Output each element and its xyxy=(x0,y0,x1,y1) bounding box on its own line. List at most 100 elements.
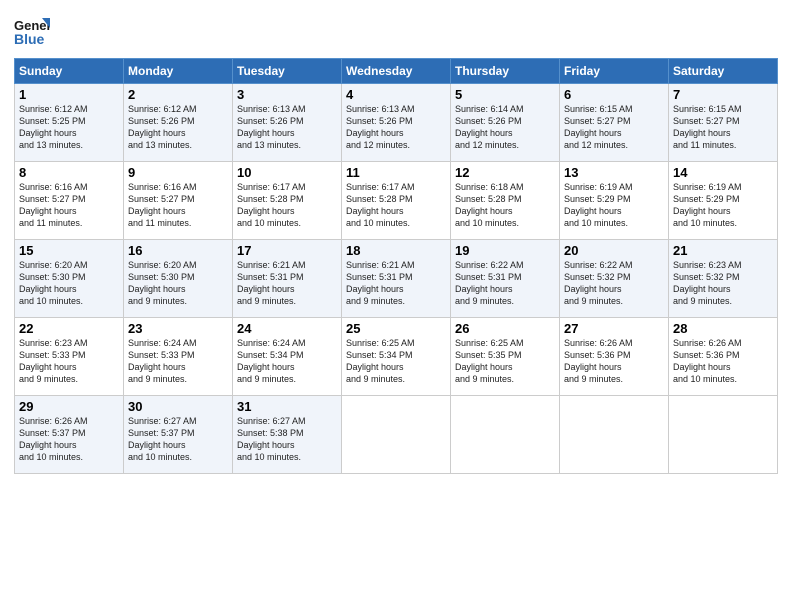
weekday-header: Sunday xyxy=(15,59,124,84)
cell-info: Sunrise: 6:22 AMSunset: 5:32 PMDaylight … xyxy=(564,260,633,306)
calendar-cell: 7 Sunrise: 6:15 AMSunset: 5:27 PMDayligh… xyxy=(669,84,778,162)
calendar-header-row: SundayMondayTuesdayWednesdayThursdayFrid… xyxy=(15,59,778,84)
header: General Blue xyxy=(14,10,778,50)
cell-info: Sunrise: 6:17 AMSunset: 5:28 PMDaylight … xyxy=(346,182,415,228)
day-number: 12 xyxy=(455,165,555,180)
calendar-cell: 21 Sunrise: 6:23 AMSunset: 5:32 PMDaylig… xyxy=(669,240,778,318)
calendar-cell: 6 Sunrise: 6:15 AMSunset: 5:27 PMDayligh… xyxy=(560,84,669,162)
day-number: 14 xyxy=(673,165,773,180)
calendar-week-row: 22 Sunrise: 6:23 AMSunset: 5:33 PMDaylig… xyxy=(15,318,778,396)
calendar-week-row: 29 Sunrise: 6:26 AMSunset: 5:37 PMDaylig… xyxy=(15,396,778,474)
day-number: 23 xyxy=(128,321,228,336)
calendar-cell xyxy=(451,396,560,474)
calendar-cell xyxy=(560,396,669,474)
calendar-cell: 2 Sunrise: 6:12 AMSunset: 5:26 PMDayligh… xyxy=(124,84,233,162)
calendar-cell: 20 Sunrise: 6:22 AMSunset: 5:32 PMDaylig… xyxy=(560,240,669,318)
calendar-cell: 18 Sunrise: 6:21 AMSunset: 5:31 PMDaylig… xyxy=(342,240,451,318)
calendar-cell: 1 Sunrise: 6:12 AMSunset: 5:25 PMDayligh… xyxy=(15,84,124,162)
calendar-cell: 23 Sunrise: 6:24 AMSunset: 5:33 PMDaylig… xyxy=(124,318,233,396)
weekday-header: Thursday xyxy=(451,59,560,84)
day-number: 13 xyxy=(564,165,664,180)
weekday-header: Monday xyxy=(124,59,233,84)
calendar-cell: 14 Sunrise: 6:19 AMSunset: 5:29 PMDaylig… xyxy=(669,162,778,240)
page: General Blue SundayMondayTuesdayWednesda… xyxy=(0,0,792,612)
day-number: 17 xyxy=(237,243,337,258)
cell-info: Sunrise: 6:13 AMSunset: 5:26 PMDaylight … xyxy=(346,104,415,150)
weekday-header: Tuesday xyxy=(233,59,342,84)
day-number: 18 xyxy=(346,243,446,258)
cell-info: Sunrise: 6:20 AMSunset: 5:30 PMDaylight … xyxy=(19,260,88,306)
day-number: 30 xyxy=(128,399,228,414)
weekday-header: Friday xyxy=(560,59,669,84)
calendar-body: 1 Sunrise: 6:12 AMSunset: 5:25 PMDayligh… xyxy=(15,84,778,474)
cell-info: Sunrise: 6:12 AMSunset: 5:26 PMDaylight … xyxy=(128,104,197,150)
logo: General Blue xyxy=(14,14,52,50)
calendar-table: SundayMondayTuesdayWednesdayThursdayFrid… xyxy=(14,58,778,474)
day-number: 24 xyxy=(237,321,337,336)
day-number: 28 xyxy=(673,321,773,336)
calendar-cell: 12 Sunrise: 6:18 AMSunset: 5:28 PMDaylig… xyxy=(451,162,560,240)
calendar-week-row: 8 Sunrise: 6:16 AMSunset: 5:27 PMDayligh… xyxy=(15,162,778,240)
cell-info: Sunrise: 6:15 AMSunset: 5:27 PMDaylight … xyxy=(564,104,633,150)
logo-icon: General Blue xyxy=(14,14,50,50)
day-number: 25 xyxy=(346,321,446,336)
day-number: 2 xyxy=(128,87,228,102)
calendar-cell: 5 Sunrise: 6:14 AMSunset: 5:26 PMDayligh… xyxy=(451,84,560,162)
cell-info: Sunrise: 6:25 AMSunset: 5:34 PMDaylight … xyxy=(346,338,415,384)
cell-info: Sunrise: 6:13 AMSunset: 5:26 PMDaylight … xyxy=(237,104,306,150)
calendar-cell: 15 Sunrise: 6:20 AMSunset: 5:30 PMDaylig… xyxy=(15,240,124,318)
calendar-cell: 10 Sunrise: 6:17 AMSunset: 5:28 PMDaylig… xyxy=(233,162,342,240)
day-number: 8 xyxy=(19,165,119,180)
day-number: 20 xyxy=(564,243,664,258)
calendar-cell xyxy=(669,396,778,474)
cell-info: Sunrise: 6:17 AMSunset: 5:28 PMDaylight … xyxy=(237,182,306,228)
day-number: 7 xyxy=(673,87,773,102)
cell-info: Sunrise: 6:26 AMSunset: 5:36 PMDaylight … xyxy=(564,338,633,384)
day-number: 6 xyxy=(564,87,664,102)
cell-info: Sunrise: 6:27 AMSunset: 5:38 PMDaylight … xyxy=(237,416,306,462)
day-number: 4 xyxy=(346,87,446,102)
day-number: 19 xyxy=(455,243,555,258)
calendar-cell: 25 Sunrise: 6:25 AMSunset: 5:34 PMDaylig… xyxy=(342,318,451,396)
day-number: 10 xyxy=(237,165,337,180)
calendar-cell: 11 Sunrise: 6:17 AMSunset: 5:28 PMDaylig… xyxy=(342,162,451,240)
cell-info: Sunrise: 6:23 AMSunset: 5:32 PMDaylight … xyxy=(673,260,742,306)
cell-info: Sunrise: 6:26 AMSunset: 5:36 PMDaylight … xyxy=(673,338,742,384)
cell-info: Sunrise: 6:23 AMSunset: 5:33 PMDaylight … xyxy=(19,338,88,384)
cell-info: Sunrise: 6:20 AMSunset: 5:30 PMDaylight … xyxy=(128,260,197,306)
cell-info: Sunrise: 6:18 AMSunset: 5:28 PMDaylight … xyxy=(455,182,524,228)
calendar-cell: 9 Sunrise: 6:16 AMSunset: 5:27 PMDayligh… xyxy=(124,162,233,240)
day-number: 31 xyxy=(237,399,337,414)
calendar-cell: 3 Sunrise: 6:13 AMSunset: 5:26 PMDayligh… xyxy=(233,84,342,162)
calendar-cell: 8 Sunrise: 6:16 AMSunset: 5:27 PMDayligh… xyxy=(15,162,124,240)
cell-info: Sunrise: 6:21 AMSunset: 5:31 PMDaylight … xyxy=(346,260,415,306)
calendar-cell: 24 Sunrise: 6:24 AMSunset: 5:34 PMDaylig… xyxy=(233,318,342,396)
cell-info: Sunrise: 6:22 AMSunset: 5:31 PMDaylight … xyxy=(455,260,524,306)
cell-info: Sunrise: 6:14 AMSunset: 5:26 PMDaylight … xyxy=(455,104,524,150)
day-number: 16 xyxy=(128,243,228,258)
day-number: 1 xyxy=(19,87,119,102)
cell-info: Sunrise: 6:24 AMSunset: 5:33 PMDaylight … xyxy=(128,338,197,384)
day-number: 26 xyxy=(455,321,555,336)
cell-info: Sunrise: 6:25 AMSunset: 5:35 PMDaylight … xyxy=(455,338,524,384)
calendar-cell: 27 Sunrise: 6:26 AMSunset: 5:36 PMDaylig… xyxy=(560,318,669,396)
cell-info: Sunrise: 6:19 AMSunset: 5:29 PMDaylight … xyxy=(673,182,742,228)
calendar-cell: 30 Sunrise: 6:27 AMSunset: 5:37 PMDaylig… xyxy=(124,396,233,474)
day-number: 11 xyxy=(346,165,446,180)
calendar-cell: 13 Sunrise: 6:19 AMSunset: 5:29 PMDaylig… xyxy=(560,162,669,240)
weekday-header: Saturday xyxy=(669,59,778,84)
calendar-cell: 29 Sunrise: 6:26 AMSunset: 5:37 PMDaylig… xyxy=(15,396,124,474)
calendar-cell xyxy=(342,396,451,474)
cell-info: Sunrise: 6:27 AMSunset: 5:37 PMDaylight … xyxy=(128,416,197,462)
calendar-cell: 17 Sunrise: 6:21 AMSunset: 5:31 PMDaylig… xyxy=(233,240,342,318)
cell-info: Sunrise: 6:19 AMSunset: 5:29 PMDaylight … xyxy=(564,182,633,228)
day-number: 9 xyxy=(128,165,228,180)
cell-info: Sunrise: 6:16 AMSunset: 5:27 PMDaylight … xyxy=(19,182,88,228)
day-number: 29 xyxy=(19,399,119,414)
cell-info: Sunrise: 6:15 AMSunset: 5:27 PMDaylight … xyxy=(673,104,742,150)
weekday-header: Wednesday xyxy=(342,59,451,84)
day-number: 15 xyxy=(19,243,119,258)
day-number: 22 xyxy=(19,321,119,336)
cell-info: Sunrise: 6:21 AMSunset: 5:31 PMDaylight … xyxy=(237,260,306,306)
cell-info: Sunrise: 6:26 AMSunset: 5:37 PMDaylight … xyxy=(19,416,88,462)
